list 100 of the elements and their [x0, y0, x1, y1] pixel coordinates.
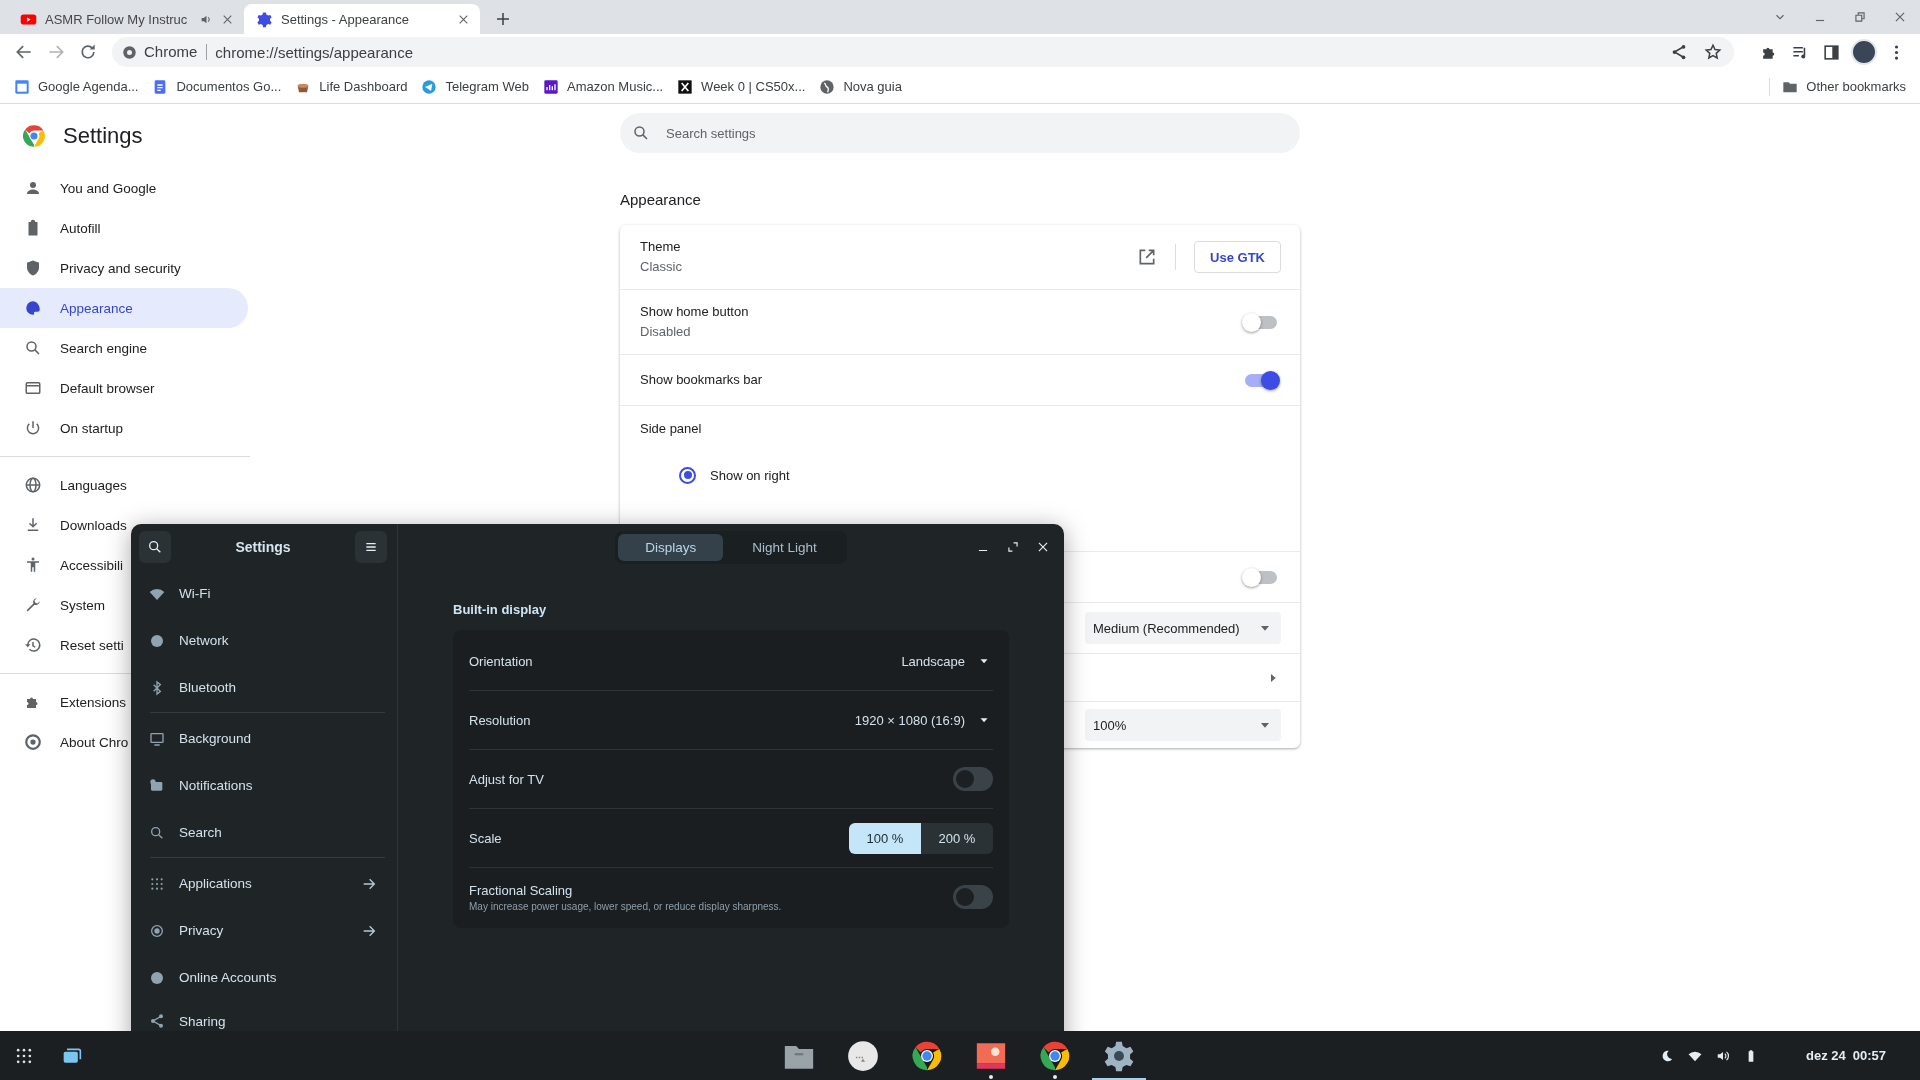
search-icon: [632, 124, 650, 142]
nav-item[interactable]: Languages: [0, 465, 129, 505]
favicon-icon: [543, 78, 559, 95]
tab-title: ASMR Follow My Instruc: [45, 11, 189, 27]
bookmark[interactable]: Week 0 | CS50x...: [675, 72, 814, 101]
monitor-icon: [149, 730, 165, 747]
clock-icon[interactable]: [845, 1038, 880, 1073]
browser-logo-icon: [24, 733, 42, 751]
search-icon: [149, 824, 165, 841]
search-field[interactable]: Search settings: [620, 113, 1300, 153]
toggle-switch[interactable]: [1245, 570, 1277, 584]
search-input[interactable]: Search settings: [664, 124, 1288, 142]
bookmark-title: Documentos Go...: [176, 79, 282, 94]
bookmark[interactable]: Amazon Music...: [541, 72, 672, 101]
nav-item[interactable]: You and Google: [0, 168, 159, 208]
scale-option[interactable]: 100 %: [849, 822, 921, 854]
reload-icon[interactable]: [78, 42, 98, 62]
dropdown[interactable]: 1920 × 1080 (16:9): [854, 712, 993, 728]
share-icon[interactable]: [1670, 43, 1688, 61]
search-icon: [24, 339, 42, 357]
toggle-switch[interactable]: [953, 767, 993, 791]
toggle-switch[interactable]: [1245, 315, 1277, 329]
nav-item[interactable]: On startup: [0, 408, 126, 448]
running-dot: [988, 1075, 993, 1079]
nav-item[interactable]: Downloads: [0, 505, 129, 545]
nav-item[interactable]: About Chro: [0, 722, 131, 762]
nav-item[interactable]: Autofill: [0, 208, 103, 248]
sidebar-item[interactable]: Bluetooth: [131, 664, 397, 711]
restore-icon[interactable]: [1853, 10, 1867, 24]
clock[interactable]: dez 24 00:57: [1806, 1048, 1886, 1063]
nav-item[interactable]: System: [0, 585, 107, 625]
nav-item[interactable]: Appearance: [0, 288, 248, 328]
notification-icon: [149, 777, 165, 794]
dropdown[interactable]: Landscape: [901, 653, 993, 669]
sidebar-item[interactable]: Notifications: [131, 762, 397, 809]
bookmark[interactable]: Nova guia: [817, 72, 910, 101]
bookmark-title: Week 0 | CS50x...: [701, 79, 806, 94]
sidebar-item[interactable]: Network: [131, 617, 397, 664]
close-icon[interactable]: [1036, 540, 1050, 554]
window-title: Settings: [235, 539, 291, 555]
scale-option[interactable]: 200 %: [921, 822, 993, 854]
bookmark-title: Amazon Music...: [567, 79, 664, 94]
bookmark[interactable]: Google Agenda...: [12, 72, 147, 101]
new-tab-icon[interactable]: [494, 10, 512, 28]
privacy-icon: [149, 922, 165, 939]
running-dot: [1052, 1075, 1057, 1079]
site-info-icon[interactable]: [122, 44, 137, 60]
bookmark[interactable]: Documentos Go...: [150, 72, 290, 101]
dropdown[interactable]: Medium (Recommended): [1085, 612, 1281, 644]
tab[interactable]: Displays: [618, 533, 724, 561]
sidebar-item[interactable]: Online Accounts: [131, 954, 397, 1001]
nav-item[interactable]: Accessibili: [0, 545, 126, 585]
use-gtk-button[interactable]: Use GTK: [1194, 241, 1281, 273]
palette-icon: [24, 299, 42, 317]
accessibility-icon: [24, 556, 42, 574]
side-panel-icon[interactable]: [1822, 42, 1841, 62]
external-link-icon[interactable]: [1137, 247, 1158, 267]
nav-item[interactable]: Default browser: [0, 368, 157, 408]
search-button[interactable]: [139, 531, 171, 563]
bookmark-title: Life Dashboard: [319, 79, 408, 94]
sidebar-item[interactable]: Sharing: [131, 1001, 397, 1029]
page-title: Settings: [63, 123, 143, 149]
sidebar-item[interactable]: Privacy: [131, 907, 397, 954]
avatar[interactable]: [1851, 39, 1877, 65]
tab[interactable]: Night Light: [725, 533, 844, 561]
setting-description: May increase power usage, lower speed, or reduce display sharpness.: [469, 900, 782, 912]
search-icon: [147, 539, 163, 555]
favicon-icon: [819, 78, 836, 95]
sidebar-item[interactable]: Background: [131, 715, 397, 762]
sidebar-item[interactable]: Applications: [131, 860, 397, 907]
setting-label: Show home button: [640, 303, 749, 321]
bookmark[interactable]: Life Dashboard: [293, 72, 416, 101]
dropdown[interactable]: 100%: [1085, 709, 1281, 741]
toggle-switch[interactable]: [953, 885, 993, 909]
nav-item[interactable]: Extensions: [0, 682, 129, 722]
nav-item[interactable]: Reset setti: [0, 625, 126, 665]
maximize-icon[interactable]: [1006, 540, 1020, 554]
bookmark-title: Nova guia: [843, 79, 902, 94]
toggle-switch[interactable]: [1245, 373, 1277, 387]
nav-item[interactable]: Search engine: [0, 328, 150, 368]
person-icon: [24, 179, 42, 197]
address-bar[interactable]: Chrome chrome://settings/appearance: [112, 37, 1734, 67]
bookmark-folder[interactable]: Other bookmarks: [1780, 72, 1914, 101]
star-icon[interactable]: [1704, 43, 1722, 61]
nav-item[interactable]: Privacy and security: [0, 248, 183, 288]
address-chip: Chrome: [144, 44, 208, 60]
sidebar-item[interactable]: Search: [131, 809, 397, 856]
share-icon: [149, 1013, 165, 1029]
bookmark-title: Other bookmarks: [1806, 79, 1906, 94]
setting-label: Resolution: [469, 712, 531, 728]
moon-icon[interactable]: [1660, 1048, 1674, 1063]
browser-tab[interactable]: Settings - Appearance: [244, 4, 480, 34]
browser-tab[interactable]: ASMR Follow My Instruc: [8, 4, 244, 34]
section-heading: Built-in display: [453, 602, 548, 617]
sidebar-item[interactable]: Wi-Fi: [131, 570, 397, 617]
browser-logo-icon: [21, 123, 47, 149]
radio-button[interactable]: [679, 466, 696, 484]
setting-label: Fractional Scaling: [469, 882, 574, 898]
menu-button[interactable]: [355, 531, 387, 563]
bookmark[interactable]: Telegram Web: [419, 72, 537, 101]
